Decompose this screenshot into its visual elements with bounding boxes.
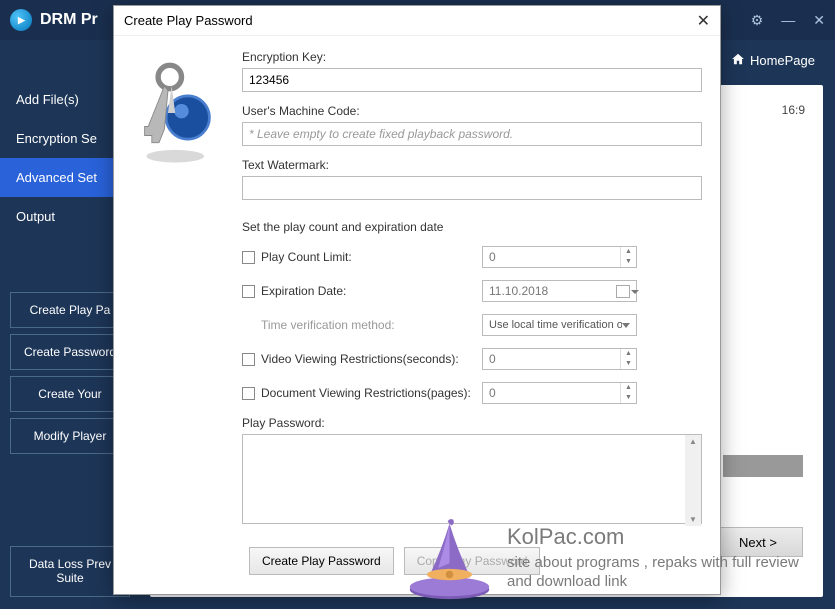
doc-restrict-value: 0 (483, 386, 620, 400)
expiration-date-picker[interactable]: 11.10.2018 (482, 280, 637, 302)
create-play-pa-button[interactable]: Create Play Pa (10, 292, 130, 328)
play-count-value: 0 (483, 250, 620, 264)
keys-icon (132, 48, 232, 527)
dialog-footer: Create Play Password Copy Play Password (114, 547, 720, 575)
create-your-button[interactable]: Create Your (10, 376, 130, 412)
play-count-stepper[interactable]: 0 ▲▼ (482, 246, 637, 268)
create-play-password-button[interactable]: Create Play Password (249, 547, 394, 575)
expiration-checkbox[interactable] (242, 285, 255, 298)
homepage-link[interactable]: HomePage (731, 52, 815, 69)
minimize-icon[interactable]: ― (781, 12, 795, 29)
app-logo-icon (10, 9, 32, 31)
encryption-key-input[interactable] (242, 68, 702, 92)
video-restrict-value: 0 (483, 352, 620, 366)
homepage-label: HomePage (750, 53, 815, 68)
app-title-text: DRM Pr (40, 11, 98, 29)
spinner-down-icon[interactable]: ▼ (621, 393, 636, 403)
play-password-label: Play Password: (242, 416, 702, 430)
textarea-scrollbar[interactable]: ▲▼ (685, 435, 701, 526)
video-restrict-checkbox[interactable] (242, 353, 255, 366)
close-icon[interactable]: ✕ (813, 12, 825, 29)
settings-icon[interactable]: ⚙ (751, 12, 764, 29)
expiration-value: 11.10.2018 (489, 284, 548, 298)
spinner-up-icon[interactable]: ▲ (621, 247, 636, 257)
dialog-title: Create Play Password (124, 13, 253, 28)
spinner-up-icon[interactable]: ▲ (621, 383, 636, 393)
play-count-label: Play Count Limit: (261, 250, 352, 264)
dialog-close-icon[interactable]: ✕ (697, 11, 710, 31)
aspect-hint: 16:9 (782, 103, 805, 117)
create-play-password-dialog: Create Play Password ✕ Encryption Key: U… (113, 5, 721, 595)
home-icon (731, 52, 745, 69)
dialog-form: Encryption Key: User's Machine Code: Tex… (242, 48, 702, 527)
spinner-down-icon[interactable]: ▼ (621, 257, 636, 267)
copy-play-password-button[interactable]: Copy Play Password (404, 547, 541, 575)
modify-player-button[interactable]: Modify Player (10, 418, 130, 454)
app-title: DRM Pr (10, 9, 98, 31)
spinner-down-icon[interactable]: ▼ (621, 359, 636, 369)
machine-code-label: User's Machine Code: (242, 104, 702, 118)
expiration-label: Expiration Date: (261, 284, 346, 298)
window-controls: ⚙ ― ✕ (751, 12, 825, 29)
time-method-dropdown[interactable]: Use local time verification only (482, 314, 637, 336)
doc-restrict-stepper[interactable]: 0 ▲▼ (482, 382, 637, 404)
spinner-up-icon[interactable]: ▲ (621, 349, 636, 359)
progress-placeholder (723, 455, 803, 477)
next-button[interactable]: Next > (713, 527, 803, 557)
play-password-textarea[interactable] (242, 434, 702, 524)
time-method-label: Time verification method: (261, 318, 395, 332)
data-loss-prev-button[interactable]: Data Loss Prev Suite (10, 546, 130, 597)
calendar-icon (616, 285, 630, 298)
encryption-key-label: Encryption Key: (242, 50, 702, 64)
doc-restrict-checkbox[interactable] (242, 387, 255, 400)
video-restrict-stepper[interactable]: 0 ▲▼ (482, 348, 637, 370)
chevron-down-icon (622, 323, 630, 328)
dialog-titlebar: Create Play Password ✕ (114, 6, 720, 36)
create-password-button[interactable]: Create Password (10, 334, 130, 370)
doc-restrict-label: Document Viewing Restrictions(pages): (261, 386, 471, 400)
play-count-checkbox[interactable] (242, 251, 255, 264)
machine-code-input[interactable] (242, 122, 702, 146)
watermark-input[interactable] (242, 176, 702, 200)
time-method-value: Use local time verification only (489, 319, 622, 331)
watermark-label: Text Watermark: (242, 158, 702, 172)
video-restrict-label: Video Viewing Restrictions(seconds): (261, 352, 459, 366)
section-label: Set the play count and expiration date (242, 220, 702, 234)
